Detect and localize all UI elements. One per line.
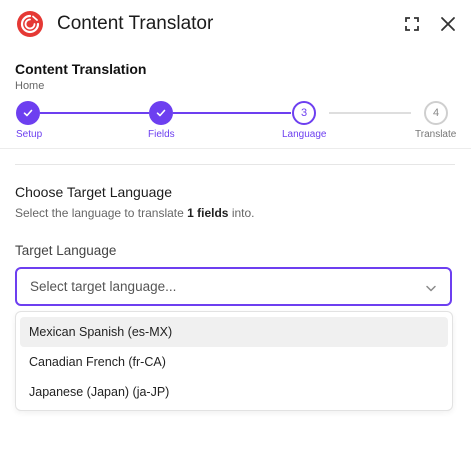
stepper-connector [40, 112, 149, 114]
choose-language-heading: Choose Target Language [15, 184, 172, 200]
divider [15, 164, 455, 165]
language-option[interactable]: Mexican Spanish (es-MX) [20, 317, 448, 347]
sitecore-logo-icon [16, 10, 44, 38]
step-fields-check-icon [149, 101, 173, 125]
section-title: Content Translation [15, 61, 147, 77]
step-label-setup: Setup [16, 129, 43, 140]
choose-language-description: Select the language to translate 1 field… [15, 206, 255, 220]
chevron-down-icon [424, 281, 438, 295]
breadcrumb[interactable]: Home [15, 80, 44, 92]
app-header: Content Translator [0, 0, 471, 50]
step-translate-number: 4 [424, 101, 448, 125]
progress-stepper: Setup Fields 3 Language 4 Translate [0, 100, 471, 144]
target-language-label: Target Language [15, 243, 117, 258]
expand-icon[interactable] [402, 14, 422, 34]
step-language-number: 3 [292, 101, 316, 125]
step-setup-check-icon [16, 101, 40, 125]
select-placeholder: Select target language... [30, 279, 177, 294]
stepper-connector [173, 112, 291, 114]
divider [0, 148, 471, 149]
step-label-language: Language [282, 129, 327, 140]
language-option[interactable]: Japanese (Japan) (ja-JP) [20, 377, 448, 407]
language-option[interactable]: Canadian French (fr-CA) [20, 347, 448, 377]
stepper-connector [329, 112, 411, 114]
app-title: Content Translator [57, 13, 214, 34]
step-label-translate: Translate [415, 129, 457, 140]
step-label-fields: Fields [148, 129, 175, 140]
target-language-select[interactable]: Select target language... [15, 267, 452, 306]
language-dropdown-menu: Mexican Spanish (es-MX) Canadian French … [15, 311, 453, 411]
close-icon[interactable] [438, 14, 458, 34]
